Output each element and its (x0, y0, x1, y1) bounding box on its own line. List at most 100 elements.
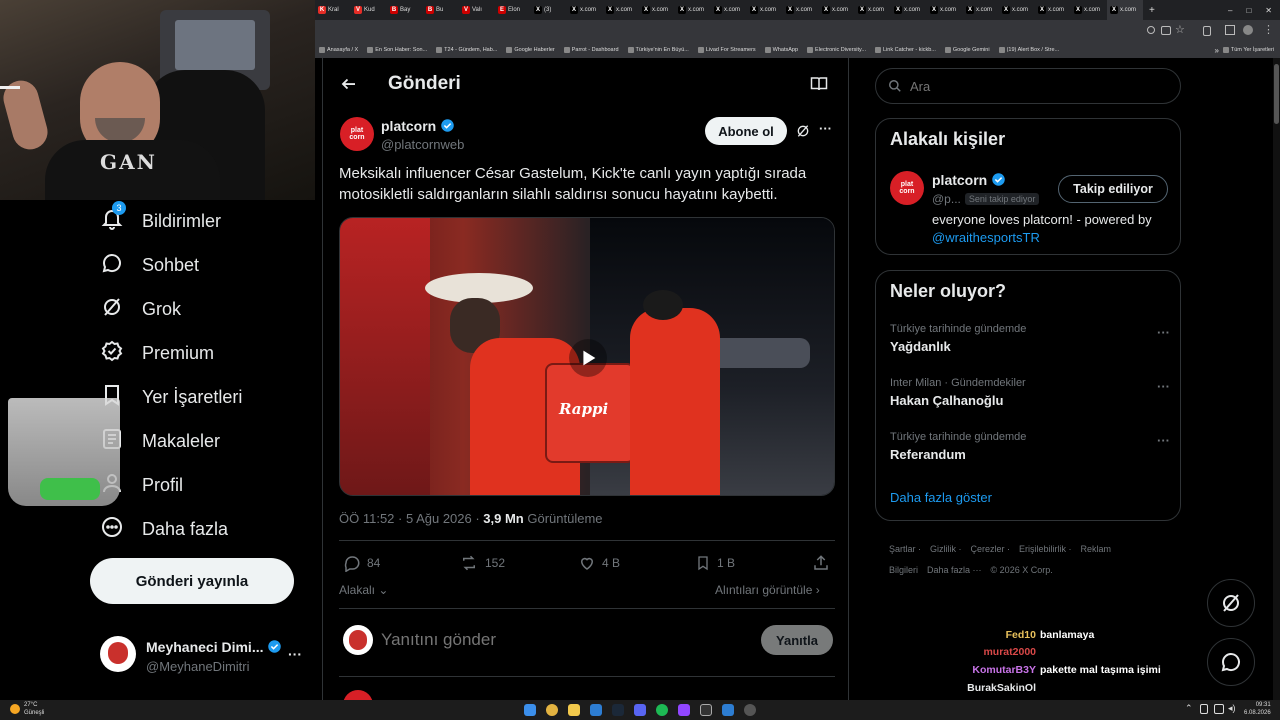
browser-tab[interactable]: B Bu (423, 0, 459, 20)
bookmark-item[interactable]: Electronic Diversity... (807, 47, 866, 53)
nav-grok[interactable]: Grok (100, 291, 181, 327)
account-avatar[interactable] (100, 636, 136, 672)
browser-tab[interactable]: K Kral (315, 0, 351, 20)
steam-icon[interactable] (612, 704, 624, 716)
nav-bookmarks[interactable]: Yer İşaretleri (100, 379, 242, 415)
bookmark-item[interactable]: Parrot - Dashboard (563, 47, 619, 53)
tray-app-icon[interactable] (1200, 704, 1208, 714)
grok-float-button[interactable] (1207, 579, 1255, 627)
author-avatar[interactable]: plat corn (340, 117, 374, 151)
bookmark-item[interactable]: WhatsApp (764, 47, 798, 53)
browser-tab[interactable]: Xx.com (783, 0, 819, 20)
author-name[interactable]: platcorn (381, 118, 455, 134)
trend-item[interactable]: Inter Milan · Gündemdekiler Hakan Çalhano… (890, 377, 1170, 417)
zoom-icon[interactable] (1147, 26, 1155, 34)
browser-tab[interactable]: Xx.com (1035, 0, 1071, 20)
cast-icon[interactable] (1161, 26, 1171, 35)
reply-button[interactable]: Yanıtla (761, 625, 833, 655)
nav-chat[interactable]: Sohbet (100, 247, 199, 283)
trend-more-icon[interactable]: ··· (1157, 325, 1170, 340)
like-action[interactable]: 4 B (578, 554, 620, 572)
twitch-icon[interactable] (678, 704, 690, 716)
browser-tab[interactable]: E Elon (495, 0, 531, 20)
bookmark-item[interactable]: En Son Haber: Son... (367, 47, 427, 53)
back-arrow-icon[interactable] (340, 75, 358, 98)
bookmark-item[interactable]: (19) Alert Box / Stre... (998, 47, 1059, 53)
search-box[interactable] (875, 68, 1181, 104)
view-quotes-link[interactable]: Alıntıları görüntüle › (715, 583, 820, 597)
browser-tab[interactable]: Xx.com (567, 0, 603, 20)
browser-tab[interactable]: Xx.com (1071, 0, 1107, 20)
messages-float-button[interactable] (1207, 638, 1255, 686)
scrollbar-thumb[interactable] (1274, 64, 1279, 124)
browser-tab[interactable]: V Kud (351, 0, 387, 20)
trend-more-icon[interactable]: ··· (1157, 379, 1170, 394)
browser-menu-icon[interactable]: ⋮ (1263, 23, 1274, 36)
trend-more-icon[interactable]: ··· (1157, 433, 1170, 448)
network-icon[interactable] (1214, 704, 1224, 714)
nav-more[interactable]: Daha fazla (100, 511, 228, 547)
reply-action[interactable]: 84 (343, 554, 380, 572)
browser-tab[interactable]: Xx.com (963, 0, 999, 20)
star-icon[interactable]: ☆ (1175, 23, 1185, 36)
maximize-icon[interactable]: □ (1246, 6, 1251, 15)
footer-link[interactable]: Daha fazla ··· (927, 565, 982, 575)
browser-tab[interactable]: Xx.com (747, 0, 783, 20)
profile-avatar[interactable] (1243, 25, 1253, 35)
weather-widget[interactable]: 27°C Güneşli (24, 701, 44, 717)
bookmark-item[interactable]: Anasayfa / X (319, 47, 358, 53)
browser-tab[interactable]: Xx.com (675, 0, 711, 20)
related-avatar[interactable]: plat corn (890, 171, 924, 205)
bookmarks-overflow-icon[interactable]: » (1214, 46, 1218, 55)
discord-icon[interactable] (634, 704, 646, 716)
obs-icon[interactable] (700, 704, 712, 716)
browser-tab[interactable]: B Bay (387, 0, 423, 20)
bookmark-item[interactable]: Türkiye'nin En Büyü... (627, 47, 689, 53)
sidepanel-icon[interactable] (1225, 25, 1235, 35)
grok-post-icon[interactable] (795, 123, 811, 144)
bookmark-item[interactable]: Link Catcher - kickb... (874, 47, 936, 53)
browser-tab[interactable]: X (3) (531, 0, 567, 20)
new-tab-icon[interactable]: + (1143, 5, 1161, 16)
browser-tab[interactable]: V Valı (459, 0, 495, 20)
post-video[interactable]: Rappi (339, 217, 835, 496)
browser-tab[interactable]: Xx.com (927, 0, 963, 20)
post-button[interactable]: Gönderi yayınla (90, 558, 294, 604)
minimize-icon[interactable]: – (1228, 6, 1232, 15)
reply-input[interactable] (381, 628, 701, 652)
repost-action[interactable]: 152 (459, 554, 505, 572)
app-icon[interactable] (590, 704, 602, 716)
browser-tab[interactable]: Xx.com (603, 0, 639, 20)
footer-link[interactable]: Çerezler · (971, 544, 1011, 554)
browser-tab[interactable]: Xx.com (855, 0, 891, 20)
share-icon[interactable] (812, 554, 830, 577)
related-dropdown[interactable]: Alakalı ⌄ (339, 583, 388, 597)
app-icon[interactable] (744, 704, 756, 716)
clock[interactable]: 09:31 6.08.2026 (1244, 701, 1271, 717)
reader-icon[interactable] (810, 76, 828, 97)
footer-link[interactable]: Gizlilik · (930, 544, 962, 554)
browser-tab[interactable]: Xx.com (1107, 0, 1143, 20)
browser-tab[interactable]: Xx.com (819, 0, 855, 20)
trend-item[interactable]: Türkiye tarihinde gündemde Yağdanlık ··· (890, 323, 1170, 363)
volume-icon[interactable]: ◂) (1228, 703, 1236, 714)
spotify-icon[interactable] (656, 704, 668, 716)
nav-notifications[interactable]: 3 Bildirimler (100, 200, 221, 239)
browser-tab[interactable]: Xx.com (891, 0, 927, 20)
explorer-icon[interactable] (568, 704, 580, 716)
bookmark-item[interactable]: Livad For Streamers (697, 47, 756, 53)
bookmark-item[interactable]: Google Gemini (944, 47, 990, 53)
account-menu-icon[interactable]: ··· (288, 646, 302, 662)
browser-tab[interactable]: Xx.com (711, 0, 747, 20)
related-bio-link[interactable]: @wraithesportsTR (932, 230, 1040, 245)
trend-item[interactable]: Türkiye tarihinde gündemde Referandum ··· (890, 431, 1170, 471)
start-icon[interactable] (524, 704, 536, 716)
chrome-icon[interactable] (546, 704, 558, 716)
account-name[interactable]: Meyhaneci Dimi... (146, 639, 282, 655)
following-button[interactable]: Takip ediliyor (1058, 175, 1168, 203)
browser-tab[interactable]: Xx.com (999, 0, 1035, 20)
bookmark-item[interactable]: T24 - Gündem, Hab... (436, 47, 497, 53)
close-icon[interactable]: ✕ (1265, 6, 1272, 15)
post-more-icon[interactable]: ··· (819, 121, 832, 136)
show-more-link[interactable]: Daha fazla göster (890, 490, 992, 505)
